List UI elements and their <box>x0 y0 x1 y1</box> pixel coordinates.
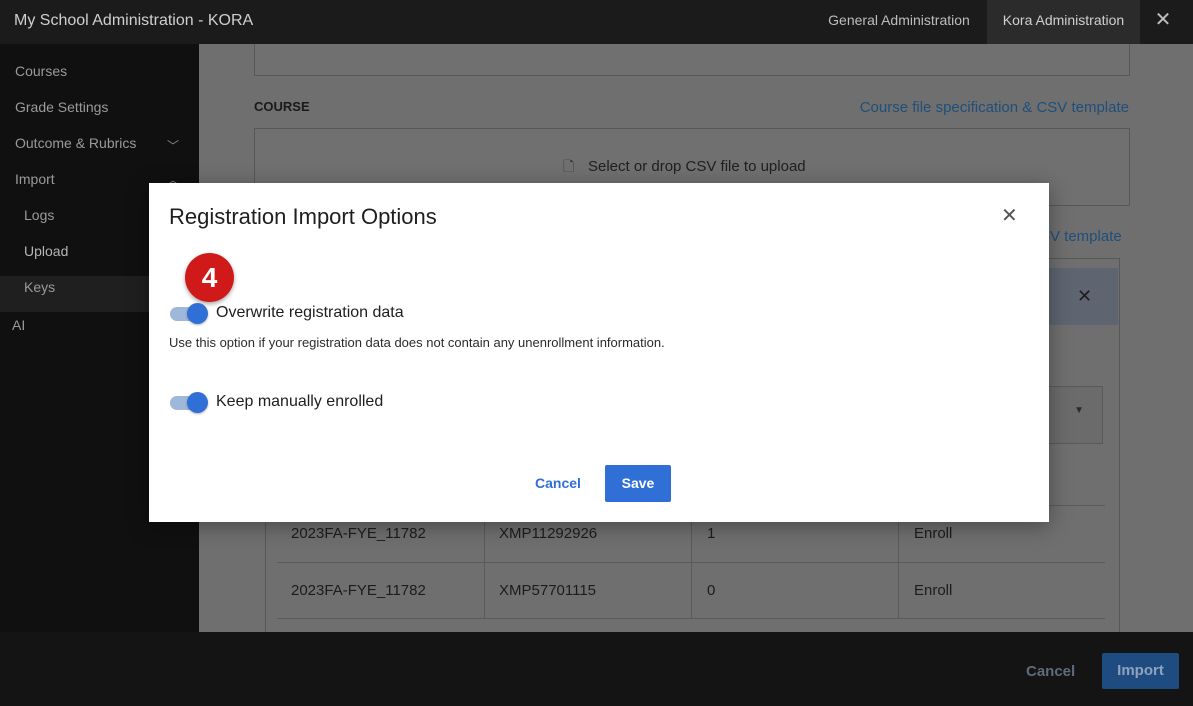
sidebar-item-grade-settings[interactable]: Grade Settings <box>15 99 108 115</box>
cancel-button[interactable]: Cancel <box>523 465 593 501</box>
app-title: My School Administration - KORA <box>14 12 254 29</box>
keep-manual-label: Keep manually enrolled <box>216 393 384 410</box>
top-bar: My School Administration - KORA General … <box>0 0 1193 44</box>
dropdown-arrow-icon: ▼ <box>1074 405 1084 416</box>
dialog-title: Registration Import Options <box>169 204 437 229</box>
save-button[interactable]: Save <box>605 465 671 502</box>
sidebar-item-courses[interactable]: Courses <box>15 63 67 79</box>
column-divider <box>898 563 899 619</box>
table-cell-course: 2023FA-FYE_11782 <box>291 582 426 599</box>
sidebar-item-outcome-rubrics[interactable]: Outcome & Rubrics <box>15 135 136 151</box>
file-upload-icon: 🗋 <box>563 158 575 174</box>
banner-close-icon[interactable]: ✕ <box>1077 286 1092 307</box>
sidebar-item-import[interactable]: Import <box>15 171 55 187</box>
chevron-down-icon[interactable]: ﹀ <box>167 137 179 154</box>
registration-spec-link[interactable]: SV template <box>1040 228 1122 245</box>
nav-general-administration[interactable]: General Administration <box>812 0 986 44</box>
previous-drop-zone[interactable] <box>254 44 1130 76</box>
table-cell-value: 1 <box>707 525 716 542</box>
table-row: 2023FA-FYE_11782 XMP57701115 0 Enroll <box>277 562 1105 619</box>
keep-manual-toggle[interactable] <box>170 392 208 413</box>
sidebar-item-logs[interactable]: Logs <box>24 207 54 223</box>
course-section-label: COURSE <box>254 99 310 114</box>
footer-bar: Cancel Import <box>0 632 1193 706</box>
toggle-knob <box>187 392 208 413</box>
overwrite-helper-text: Use this option if your registration dat… <box>169 335 665 350</box>
table-cell-id: XMP57701115 <box>499 582 597 599</box>
step-badge: 4 <box>185 253 234 302</box>
column-divider <box>484 563 485 619</box>
table-cell-course: 2023FA-FYE_11782 <box>291 525 426 542</box>
overwrite-label: Overwrite registration data <box>216 304 404 321</box>
close-icon[interactable]: ✕ <box>1148 0 1178 44</box>
overwrite-toggle[interactable] <box>170 303 208 324</box>
sidebar-item-keys[interactable]: Keys <box>24 279 55 295</box>
table-cell-value: 0 <box>707 582 716 599</box>
drop-zone-text: Select or drop CSV file to upload <box>588 158 806 175</box>
toggle-knob <box>187 303 208 324</box>
dialog-close-icon[interactable]: ✕ <box>1001 203 1018 228</box>
nav-kora-administration[interactable]: Kora Administration <box>987 0 1140 44</box>
table-cell-action: Enroll <box>914 525 953 542</box>
sidebar-item-ai[interactable]: AI <box>12 317 25 333</box>
column-divider <box>691 563 692 619</box>
import-button[interactable]: Import <box>1102 653 1179 689</box>
course-spec-link[interactable]: Course file specification & CSV template <box>860 99 1129 116</box>
sidebar-item-upload[interactable]: Upload <box>24 243 68 259</box>
registration-import-options-dialog: Registration Import Options ✕ 4 Overwrit… <box>149 183 1049 522</box>
footer-cancel-button[interactable]: Cancel <box>1026 663 1075 680</box>
table-cell-id: XMP11292926 <box>499 525 598 542</box>
table-cell-action: Enroll <box>914 582 953 599</box>
table-bottom-border <box>277 618 1105 619</box>
